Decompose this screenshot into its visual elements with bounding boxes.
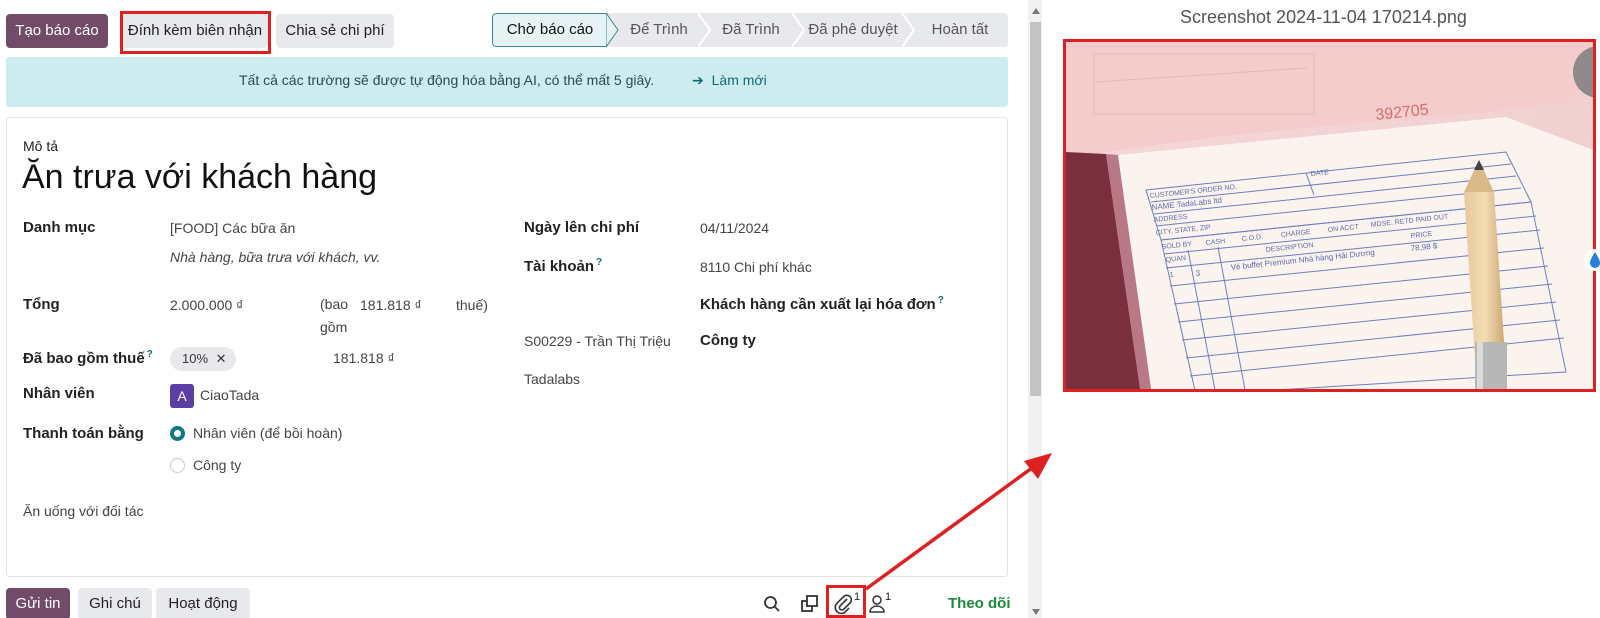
close-icon[interactable]: ✕	[216, 351, 227, 366]
tax-suffix: thuế)	[456, 297, 488, 313]
refresh-link-label: Làm mới	[711, 72, 767, 88]
help-icon: ?	[596, 257, 603, 268]
ai-info-banner: Tất cả các trường sẽ được tự động hóa bằ…	[6, 57, 1008, 107]
scrollbar-thumb[interactable]	[1030, 22, 1041, 396]
scroll-down-icon[interactable]	[1031, 608, 1041, 616]
company-label: Công ty	[700, 332, 756, 349]
expense-date-label: Ngày lên chi phí	[524, 219, 640, 236]
droplet-icon[interactable]	[1583, 248, 1600, 272]
tax-included-label: Đã bao gồm thuế?	[23, 349, 153, 367]
radio-paid-by-company[interactable]	[170, 458, 185, 473]
avatar: A	[170, 384, 194, 408]
split-expense-button[interactable]: Chia sẻ chi phí	[276, 14, 394, 48]
reinvoice-customer-field[interactable]: S00229 - Trần Thị Triệu	[524, 333, 671, 349]
note-field[interactable]: Ăn uống với đối tác	[23, 503, 143, 519]
annotation-arrow-icon	[864, 453, 1052, 591]
attach-receipt-highlight	[120, 11, 271, 54]
receipt-preview-image[interactable]: 392705 CUSTOMER'S ORDER NO. DATE NAME Ta…	[1063, 39, 1596, 392]
stage-approved[interactable]: Đã phê duyệt	[802, 13, 904, 47]
follower-icon[interactable]	[869, 595, 885, 613]
stage-to-submit[interactable]: Để Trình	[618, 13, 700, 47]
total-label: Tổng	[23, 296, 60, 313]
paid-by-company-label: Công ty	[193, 457, 242, 473]
tax-amount: 181.818 ₫	[360, 297, 422, 313]
tax-tag-label: 10%	[182, 351, 209, 366]
reinvoice-customer-label: Khách hàng cần xuất lại hóa đơn?	[700, 295, 944, 313]
stage-waiting-report[interactable]: Chờ báo cáo	[492, 13, 607, 47]
send-message-button[interactable]: Gửi tin	[6, 588, 70, 618]
windows-icon[interactable]	[801, 595, 819, 613]
expense-title-field[interactable]: Ăn trưa với khách hàng	[22, 158, 377, 197]
help-icon: ?	[146, 349, 153, 360]
category-label: Danh mục	[23, 219, 96, 236]
tax-included-amount: 181.818 ₫	[333, 350, 395, 366]
radio-paid-by-employee[interactable]	[170, 426, 185, 441]
description-label: Mô tả	[23, 138, 59, 154]
scroll-up-icon[interactable]	[1031, 7, 1041, 15]
tax-tag[interactable]: 10% ✕	[170, 347, 236, 371]
preview-filename: Screenshot 2024-11-04 170214.png	[1180, 7, 1467, 27]
total-amount-field[interactable]: 2.000.000 ₫	[170, 297, 243, 313]
stage-submitted[interactable]: Đã Trình	[708, 13, 794, 47]
company-field[interactable]: Tadalabs	[524, 371, 580, 387]
status-bar: Chờ báo cáo Để Trình Đã Trình Đã phê duy…	[492, 13, 1008, 47]
employee-field[interactable]: CiaoTada	[200, 387, 259, 403]
receipt-photo: 392705 CUSTOMER'S ORDER NO. DATE NAME Ta…	[1066, 42, 1593, 389]
account-label: Tài khoản?	[524, 257, 603, 275]
follow-button[interactable]: Theo dõi	[948, 595, 1011, 612]
banner-text: Tất cả các trường sẽ được tự động hóa bằ…	[239, 72, 655, 88]
create-report-button[interactable]: Tạo báo cáo	[6, 14, 108, 48]
search-icon[interactable]	[763, 595, 781, 613]
help-icon: ?	[937, 295, 944, 306]
employee-label: Nhân viên	[23, 385, 95, 402]
paid-by-label: Thanh toán bằng	[23, 425, 144, 442]
refresh-link[interactable]: ➔ Làm mới	[692, 72, 767, 89]
arrow-right-icon: ➔	[692, 72, 704, 88]
paid-by-employee-label: Nhân viên (để bồi hoàn)	[193, 425, 343, 441]
category-hint: Nhà hàng, bữa trưa với khách, vv.	[170, 249, 381, 265]
activity-button[interactable]: Hoạt động	[156, 588, 250, 618]
category-field[interactable]: [FOOD] Các bữa ăn	[170, 220, 295, 236]
stage-done[interactable]: Hoàn tất	[912, 13, 1008, 47]
log-note-button[interactable]: Ghi chú	[78, 588, 152, 618]
expense-date-field[interactable]: 04/11/2024	[700, 220, 769, 236]
account-field[interactable]: 8110 Chi phí khác	[700, 259, 812, 275]
